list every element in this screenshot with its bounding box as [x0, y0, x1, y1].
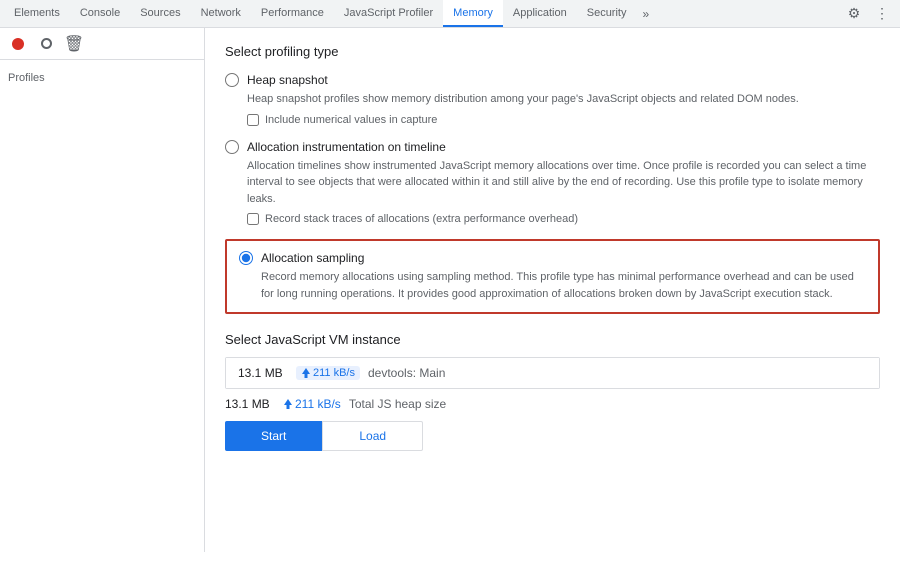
vm-row[interactable]: 13.1 MB 211 kB/s devtools: Main: [226, 358, 879, 388]
vm-speed-badge: 211 kB/s: [296, 366, 360, 380]
tab-application[interactable]: Application: [503, 0, 577, 27]
vm-speed-value: 211 kB/s: [313, 367, 355, 379]
heap-snapshot-text: Heap snapshot: [247, 73, 328, 87]
allocation-timeline-checkbox-row: Record stack traces of allocations (extr…: [247, 213, 880, 225]
allocation-timeline-option: Allocation instrumentation on timeline A…: [225, 140, 880, 226]
allocation-sampling-desc: Record memory allocations using sampling…: [261, 269, 866, 302]
clear-button[interactable]: 🗑: [62, 32, 86, 56]
up-arrow-icon: [301, 367, 311, 379]
allocation-timeline-label[interactable]: Allocation instrumentation on timeline: [225, 140, 880, 154]
vm-size: 13.1 MB: [238, 366, 288, 380]
tab-network[interactable]: Network: [191, 0, 251, 27]
content-area: Select profiling type Heap snapshot Heap…: [205, 28, 900, 552]
allocation-sampling-label[interactable]: Allocation sampling: [239, 251, 866, 265]
footer-speed-value: 211 kB/s: [295, 397, 341, 411]
heap-snapshot-checkbox[interactable]: [247, 114, 259, 126]
sidebar: 🗑 Profiles: [0, 28, 205, 552]
footer-bar: 13.1 MB 211 kB/s Total JS heap size: [225, 389, 880, 421]
heap-snapshot-option: Heap snapshot Heap snapshot profiles sho…: [225, 73, 880, 126]
tab-security[interactable]: Security: [577, 0, 637, 27]
tab-console[interactable]: Console: [70, 0, 130, 27]
allocation-sampling-option: Allocation sampling Record memory alloca…: [225, 239, 880, 314]
tab-memory[interactable]: Memory: [443, 0, 503, 27]
allocation-timeline-radio[interactable]: [225, 140, 239, 154]
heap-snapshot-desc: Heap snapshot profiles show memory distr…: [247, 91, 880, 108]
allocation-sampling-radio[interactable]: [239, 251, 253, 265]
vm-section-title: Select JavaScript VM instance: [225, 332, 880, 347]
nav-tabs-bar: Elements Console Sources Network Perform…: [0, 0, 900, 28]
heap-snapshot-checkbox-label: Include numerical values in capture: [265, 114, 437, 126]
tab-sources[interactable]: Sources: [130, 0, 190, 27]
nav-settings: ⚙ ⋮: [836, 0, 900, 27]
heap-snapshot-label[interactable]: Heap snapshot: [225, 73, 880, 87]
footer-size: 13.1 MB: [225, 397, 275, 411]
more-options-icon[interactable]: ⋮: [870, 2, 894, 26]
section-title: Select profiling type: [225, 44, 880, 59]
vm-name: devtools: Main: [368, 366, 445, 380]
tab-elements[interactable]: Elements: [4, 0, 70, 27]
stop-button[interactable]: [34, 32, 58, 56]
record-icon: [12, 38, 24, 50]
settings-icon[interactable]: ⚙: [842, 2, 866, 26]
start-button[interactable]: Start: [225, 421, 322, 451]
sidebar-toolbar: 🗑: [0, 28, 204, 60]
sidebar-content: Profiles: [0, 60, 204, 96]
vm-table: 13.1 MB 211 kB/s devtools: Main: [225, 357, 880, 389]
record-button[interactable]: [6, 32, 30, 56]
more-tabs-button[interactable]: »: [636, 0, 655, 27]
main-layout: 🗑 Profiles Select profiling type Heap sn…: [0, 28, 900, 552]
allocation-timeline-desc: Allocation timelines show instrumented J…: [247, 158, 880, 208]
tab-performance[interactable]: Performance: [251, 0, 334, 27]
footer-speed: 211 kB/s: [283, 397, 341, 411]
stop-icon: [41, 38, 52, 49]
allocation-timeline-checkbox-label: Record stack traces of allocations (extr…: [265, 213, 578, 225]
tab-js-profiler[interactable]: JavaScript Profiler: [334, 0, 443, 27]
allocation-sampling-text: Allocation sampling: [261, 251, 364, 265]
load-button[interactable]: Load: [322, 421, 423, 451]
allocation-timeline-checkbox[interactable]: [247, 213, 259, 225]
heap-snapshot-radio[interactable]: [225, 73, 239, 87]
profiles-heading: Profiles: [8, 68, 196, 88]
allocation-timeline-text: Allocation instrumentation on timeline: [247, 140, 446, 154]
heap-snapshot-checkbox-row: Include numerical values in capture: [247, 114, 880, 126]
footer-label: Total JS heap size: [349, 397, 446, 411]
footer-up-arrow-icon: [283, 398, 293, 410]
action-buttons: Start Load: [225, 421, 880, 451]
